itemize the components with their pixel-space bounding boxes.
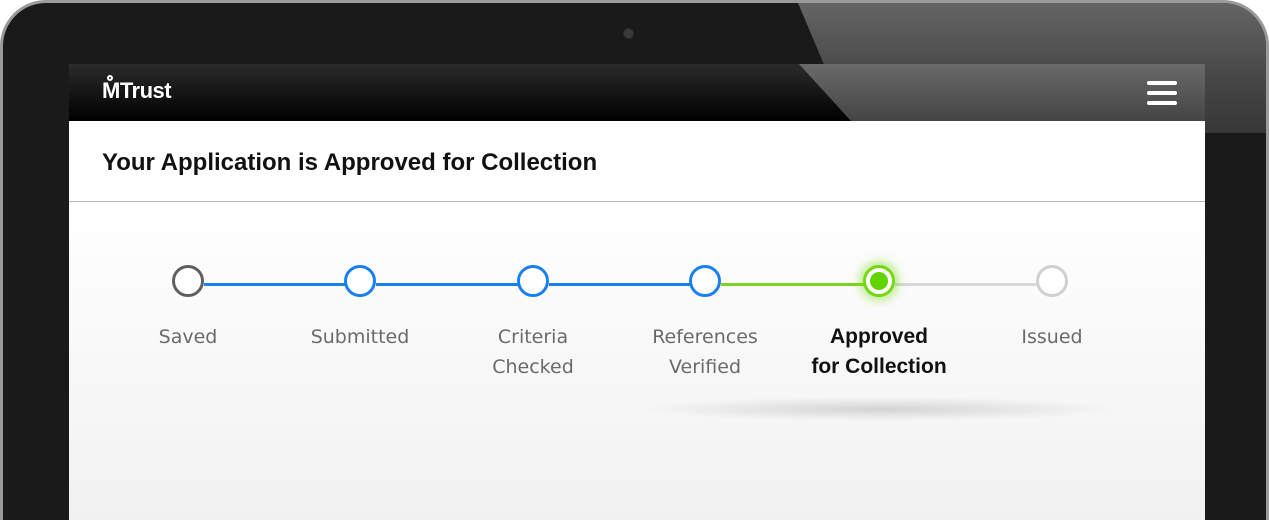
track-segment-4 bbox=[721, 283, 879, 286]
step-label-issued: Issued bbox=[967, 322, 1137, 352]
step-label-line: Submitted bbox=[310, 326, 410, 348]
step-label-line: for Collection bbox=[811, 355, 947, 378]
brand-name: MTrust bbox=[102, 78, 172, 103]
step-label-submitted: Submitted bbox=[275, 322, 445, 352]
hamburger-menu-icon[interactable] bbox=[1147, 81, 1177, 105]
step-label-line: Verified bbox=[668, 356, 742, 378]
logo-ring-icon bbox=[107, 75, 113, 81]
step-marker-criteria-checked[interactable] bbox=[517, 265, 549, 297]
camera-icon bbox=[624, 29, 633, 38]
track-segment-2 bbox=[376, 283, 534, 286]
step-marker-saved[interactable] bbox=[172, 265, 204, 297]
page-title: Your Application is Approved for Collect… bbox=[102, 149, 598, 176]
step-label-line: References bbox=[652, 326, 758, 348]
step-label-criteria-checked: Criteria Checked bbox=[448, 322, 618, 382]
step-label-line: Checked bbox=[492, 356, 574, 378]
brand-logo[interactable]: MTrust bbox=[102, 75, 172, 103]
step-label-saved: Saved bbox=[103, 322, 273, 352]
step-label-references-verified: References Verified bbox=[620, 322, 790, 382]
track-segment-1 bbox=[204, 283, 362, 286]
step-marker-approved[interactable] bbox=[863, 265, 895, 297]
track-segment-5 bbox=[895, 283, 1053, 286]
current-step-dot bbox=[870, 272, 888, 290]
step-marker-submitted[interactable] bbox=[344, 265, 376, 297]
app-screen: MTrust Your Application is Approved for … bbox=[69, 64, 1205, 520]
step-label-line: Issued bbox=[1021, 326, 1083, 348]
step-marker-references-verified[interactable] bbox=[689, 265, 721, 297]
progress-panel: Saved Submitted Criteria Checked Referen… bbox=[69, 202, 1205, 520]
step-label-line: Approved bbox=[829, 325, 928, 348]
app-bar: MTrust bbox=[69, 64, 1205, 121]
tablet-frame: MTrust Your Application is Approved for … bbox=[0, 0, 1269, 520]
app-bar-reflection bbox=[799, 64, 1205, 121]
step-marker-issued[interactable] bbox=[1036, 265, 1068, 297]
step-label-line: Criteria bbox=[497, 326, 569, 348]
page-header: Your Application is Approved for Collect… bbox=[69, 121, 1205, 202]
step-label-line: Saved bbox=[158, 326, 218, 348]
step-label-approved: Approved for Collection bbox=[794, 322, 964, 382]
track-segment-3 bbox=[549, 283, 707, 286]
progress-shadow bbox=[639, 397, 1119, 421]
